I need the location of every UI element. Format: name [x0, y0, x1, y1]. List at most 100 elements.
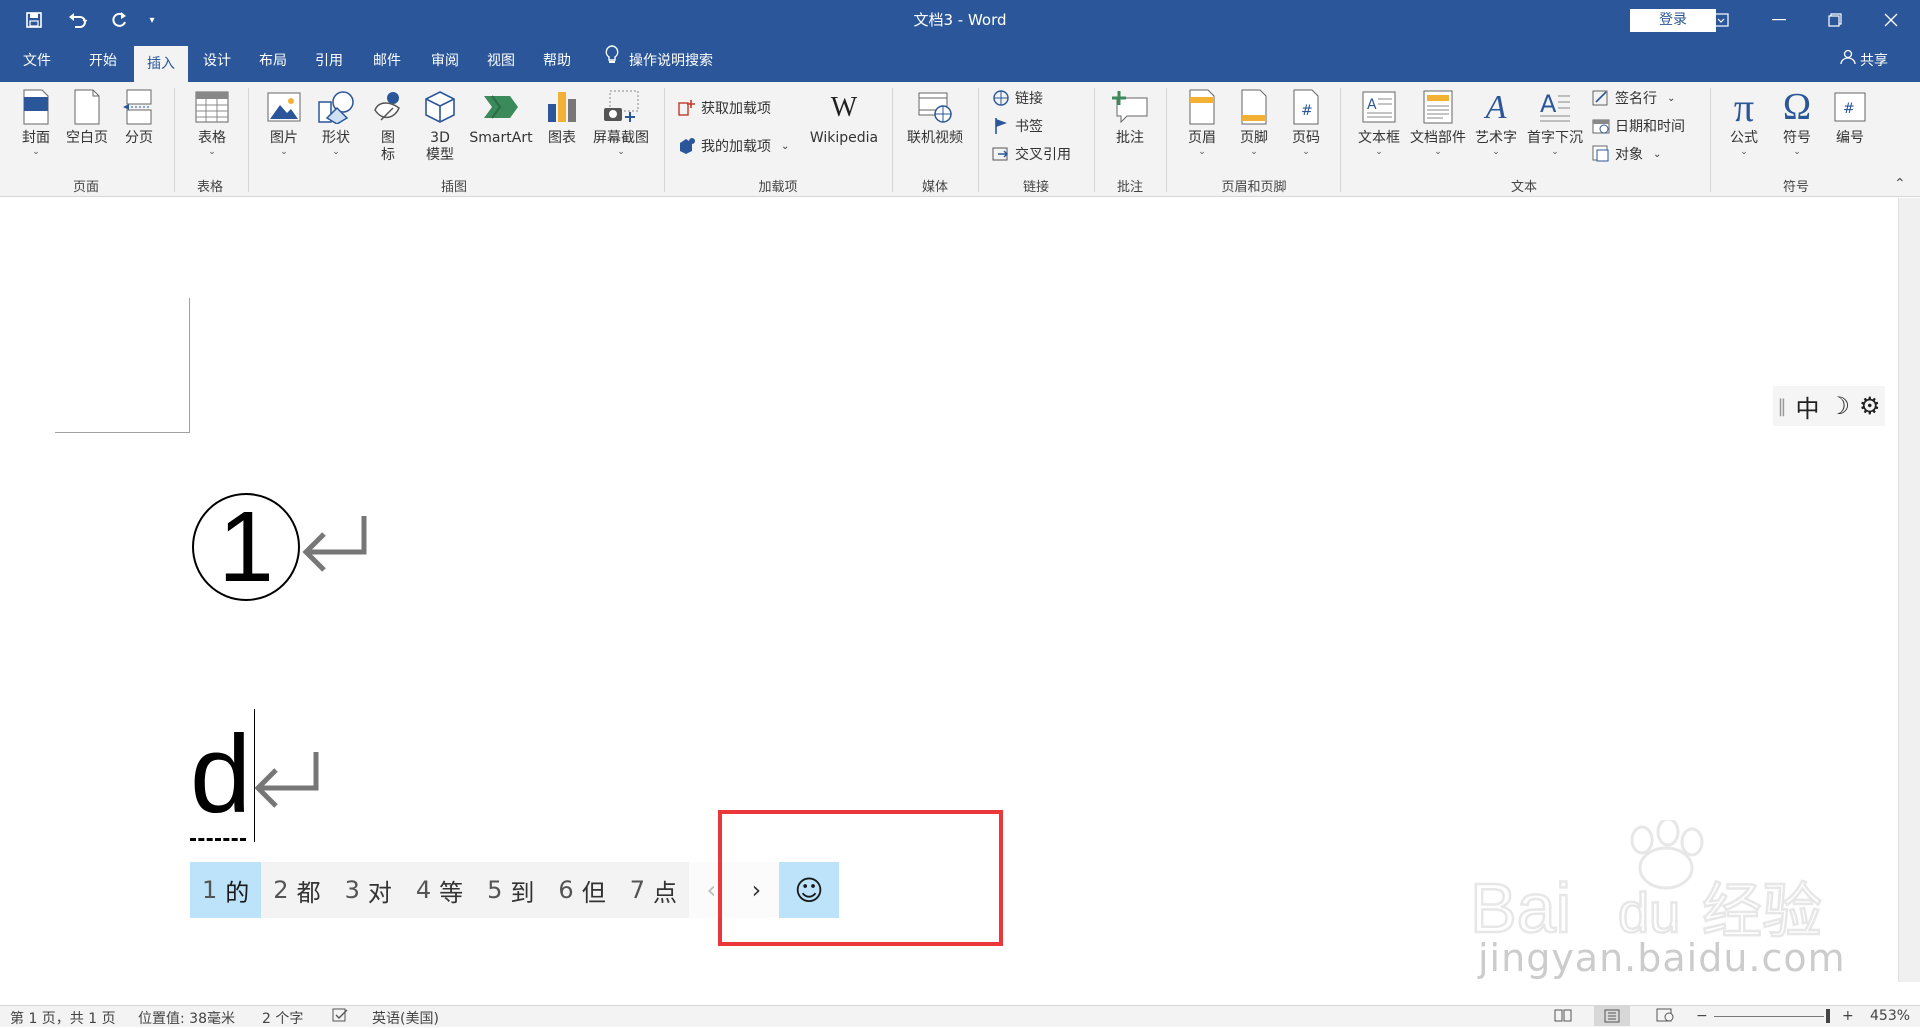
- ime-mode-toggle[interactable]: 中: [1795, 389, 1819, 424]
- group-label-illustrations: 插图: [440, 180, 467, 195]
- moon-icon[interactable]: ☽: [1828, 392, 1850, 420]
- language[interactable]: 英语(美国): [372, 1008, 439, 1028]
- header-button[interactable]: 页眉 ⌄: [1182, 88, 1222, 157]
- gear-icon[interactable]: ⚙: [1859, 392, 1881, 420]
- picture-button[interactable]: 图片 ⌄: [262, 88, 306, 157]
- ribbon-display-options-icon[interactable]: [1698, 0, 1744, 40]
- ime-candidate[interactable]: 6但: [546, 862, 617, 918]
- group-label-pages: 页面: [72, 180, 99, 195]
- online-video-button[interactable]: 联机视频: [900, 88, 970, 147]
- numbering-button[interactable]: # 编号: [1828, 88, 1872, 147]
- screenshot-label: 屏幕截图: [593, 130, 649, 146]
- smartart-button[interactable]: SmartArt: [466, 88, 536, 147]
- blank-page-icon: [68, 88, 106, 126]
- date-time-button[interactable]: 日期和时间: [1592, 114, 1685, 138]
- icons-button[interactable]: 图 标: [368, 88, 408, 164]
- cube-icon: [421, 88, 459, 126]
- shapes-button[interactable]: 形状 ⌄: [314, 88, 358, 157]
- ribbon-tabs: 文件 开始 插入 设计 布局 引用 邮件 审阅 视图 帮助 操作说明搜索 共享: [0, 40, 1920, 82]
- tab-layout[interactable]: 布局: [246, 40, 300, 82]
- wordart-button[interactable]: A 艺术字 ⌄: [1470, 88, 1522, 157]
- zoom-in-button[interactable]: +: [1842, 1008, 1854, 1024]
- chevron-down-icon: ⌄: [1375, 147, 1383, 157]
- chevron-down-icon: ⌄: [1653, 148, 1662, 160]
- zoom-slider-thumb[interactable]: [1826, 1009, 1830, 1023]
- lightbulb-icon: [605, 40, 619, 82]
- close-icon[interactable]: [1868, 0, 1914, 40]
- ime-toolbar-handle[interactable]: ‖: [1777, 396, 1786, 417]
- chevron-down-icon: ⌄: [208, 147, 216, 157]
- table-icon: [193, 88, 231, 126]
- svg-text:经验: 经验: [1702, 877, 1822, 940]
- zoom-out-button[interactable]: −: [1696, 1008, 1708, 1024]
- puzzle-icon: [678, 137, 696, 155]
- symbol-button[interactable]: Ω 符号 ⌄: [1775, 88, 1819, 158]
- chevron-down-icon: ⌄: [1492, 147, 1500, 157]
- zoom-level[interactable]: 453%: [1870, 1008, 1910, 1024]
- ime-candidate[interactable]: 4等: [404, 862, 475, 918]
- online-video-label: 联机视频: [907, 130, 963, 146]
- group-separator: [174, 88, 175, 192]
- tab-insert[interactable]: 插入: [134, 46, 188, 82]
- tab-design[interactable]: 设计: [190, 40, 244, 82]
- cursor-position[interactable]: 位置值: 38毫米: [138, 1008, 235, 1028]
- signature-line-button[interactable]: 签名行 ⌄: [1592, 86, 1675, 110]
- vertical-scrollbar[interactable]: [1898, 198, 1920, 982]
- tab-help[interactable]: 帮助: [530, 40, 584, 82]
- tell-me-search[interactable]: 操作说明搜索: [605, 40, 713, 82]
- group-label-header-footer: 页眉和页脚: [1221, 180, 1287, 195]
- chart-button[interactable]: 图表: [542, 88, 582, 147]
- page-break-icon: [120, 88, 158, 126]
- my-addins-button[interactable]: 我的加载项 ⌄: [678, 134, 789, 158]
- tab-view[interactable]: 视图: [474, 40, 528, 82]
- ime-candidate[interactable]: 7点: [618, 862, 689, 918]
- object-button[interactable]: 对象 ⌄: [1592, 142, 1661, 166]
- web-layout-icon[interactable]: [1656, 1008, 1674, 1026]
- tab-references[interactable]: 引用: [302, 40, 356, 82]
- chevron-down-icon: ⌄: [1434, 147, 1442, 157]
- tab-review[interactable]: 审阅: [418, 40, 472, 82]
- ime-candidate[interactable]: 5到: [475, 862, 546, 918]
- tab-file[interactable]: 文件: [10, 40, 64, 82]
- cover-page-button[interactable]: 封面 ⌄: [16, 88, 56, 157]
- footer-button[interactable]: 页脚 ⌄: [1234, 88, 1274, 157]
- textbox-icon: A: [1360, 88, 1398, 126]
- quick-parts-button[interactable]: 文档部件 ⌄: [1408, 88, 1468, 157]
- group-separator: [1094, 88, 1095, 192]
- paragraph-return-icon: [252, 746, 322, 816]
- link-button[interactable]: 链接: [992, 86, 1043, 110]
- print-layout-icon[interactable]: [1594, 1006, 1630, 1026]
- collapse-ribbon-icon[interactable]: ⌃: [1894, 176, 1906, 192]
- new-comment-button[interactable]: 批注: [1108, 88, 1152, 147]
- proofing-icon[interactable]: [332, 1008, 348, 1026]
- wikipedia-button[interactable]: W Wikipedia: [804, 88, 884, 147]
- tab-mailings[interactable]: 邮件: [360, 40, 414, 82]
- ime-candidate[interactable]: 2都: [261, 862, 332, 918]
- cross-reference-button[interactable]: 交叉引用: [992, 142, 1071, 166]
- equation-button[interactable]: π 公式 ⌄: [1722, 87, 1766, 157]
- word-count[interactable]: 2 个字: [262, 1008, 303, 1028]
- signature-icon: [1592, 89, 1610, 107]
- page-count[interactable]: 第 1 页，共 1 页: [10, 1008, 116, 1028]
- get-addins-button[interactable]: 获取加载项: [678, 96, 771, 120]
- minimize-icon[interactable]: [1756, 0, 1802, 40]
- textbox-button[interactable]: A 文本框 ⌄: [1352, 88, 1406, 157]
- tab-home[interactable]: 开始: [74, 40, 132, 82]
- share-button[interactable]: 共享: [1840, 40, 1888, 82]
- page-break-button[interactable]: 分页: [118, 88, 160, 147]
- blank-page-button[interactable]: 空白页: [62, 88, 112, 147]
- page-number-button[interactable]: # 页码 ⌄: [1286, 88, 1326, 157]
- blank-page-label: 空白页: [66, 130, 108, 146]
- table-button[interactable]: 表格 ⌄: [190, 88, 234, 157]
- zoom-slider[interactable]: [1714, 1016, 1824, 1017]
- group-separator: [1340, 88, 1341, 192]
- ime-candidate[interactable]: 1的: [190, 862, 262, 918]
- ime-candidate[interactable]: 3对: [333, 862, 404, 918]
- circled-number-text: 1: [218, 491, 274, 603]
- bookmark-button[interactable]: 书签: [992, 114, 1043, 138]
- 3d-model-button[interactable]: 3D 模型: [418, 88, 462, 164]
- read-mode-icon[interactable]: [1554, 1008, 1572, 1026]
- screenshot-button[interactable]: 屏幕截图 ⌄: [588, 88, 654, 157]
- restore-icon[interactable]: [1812, 0, 1858, 40]
- drop-cap-button[interactable]: A 首字下沉 ⌄: [1524, 88, 1586, 157]
